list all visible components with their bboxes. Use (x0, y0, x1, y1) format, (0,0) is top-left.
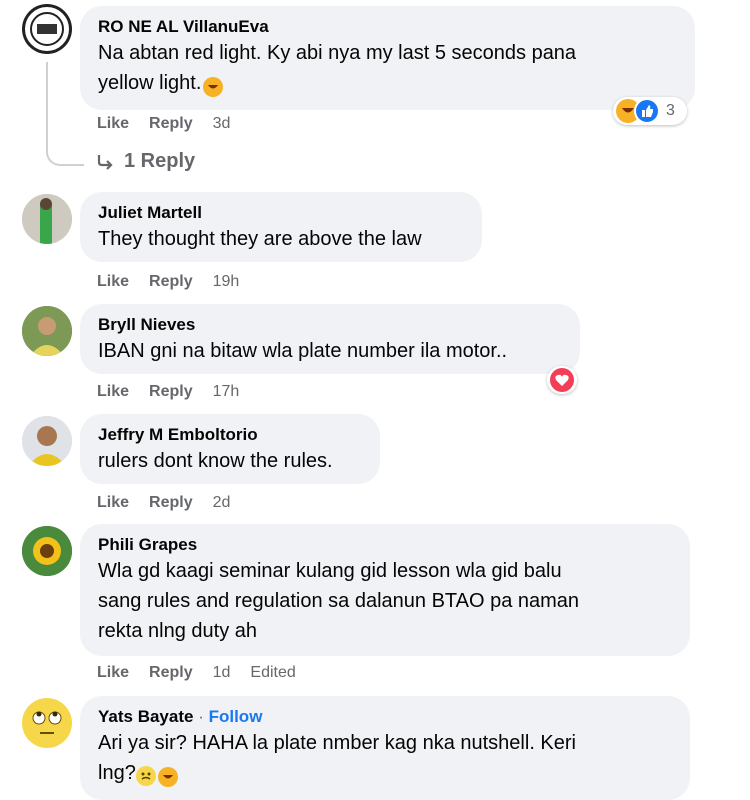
comment-author: Yats Bayate · Follow (98, 706, 670, 728)
comment-text: Ari ya sir? HAHA la plate nmber kag nka … (98, 728, 670, 788)
comment-author[interactable]: Phili Grapes (98, 534, 670, 556)
comment-author-name[interactable]: Yats Bayate (98, 707, 193, 726)
comment-text: rulers dont know the rules. (98, 450, 333, 472)
avatar[interactable] (22, 194, 72, 244)
comment-actions: Like Reply 3d (97, 115, 230, 133)
comment-bubble: Jeffry M Emboltorio rulers dont know the… (80, 414, 380, 484)
avatar[interactable] (22, 526, 72, 576)
avatar-photo-icon (22, 194, 72, 244)
comment-bubble: Phili Grapes Wla gd kaagi seminar kulang… (80, 524, 690, 656)
avatar-photo-icon (22, 306, 72, 356)
sunflower-avatar-icon (22, 526, 72, 576)
avatar[interactable] (22, 306, 72, 356)
like-button[interactable]: Like (97, 383, 129, 401)
comment-author[interactable]: Bryll Nieves (98, 314, 560, 336)
like-button[interactable]: Like (97, 115, 129, 133)
seal-logo-icon (23, 5, 71, 53)
reply-button[interactable]: Reply (149, 383, 193, 401)
comment-actions: Like Reply 1d Edited (97, 664, 296, 682)
comment-actions: Like Reply 19h (97, 273, 239, 291)
avatar[interactable] (22, 698, 72, 748)
crying-emoji-icon (135, 766, 156, 786)
comment-bubble: Bryll Nieves IBAN gni na bitaw wla plate… (80, 304, 580, 374)
comment-bubble: RO NE AL VillanuEva Na abtan red light. … (80, 6, 695, 110)
comment-time[interactable]: 2d (213, 494, 231, 512)
reaction-count: 3 (666, 102, 675, 119)
like-button[interactable]: Like (97, 273, 129, 291)
comment-text: IBAN gni na bitaw wla plate number ila m… (98, 340, 508, 362)
reply-button[interactable]: Reply (149, 664, 193, 682)
reply-button[interactable]: Reply (149, 494, 193, 512)
avatar[interactable] (22, 4, 72, 54)
comment-actions: Like Reply 17h (97, 383, 239, 401)
thread-line (46, 62, 48, 152)
comment-text: Wla gd kaagi seminar kulang gid lesson w… (98, 560, 580, 642)
avatar-photo-icon (22, 416, 72, 466)
love-reaction-icon (550, 368, 574, 392)
comment-time[interactable]: 3d (213, 115, 231, 133)
name-separator: · (198, 707, 204, 726)
comment-text: Na abtan red light. Ky abi nya my last 5… (98, 38, 675, 98)
like-reaction-icon (634, 98, 660, 124)
comment-bubble: Yats Bayate · Follow Ari ya sir? HAHA la… (80, 696, 690, 800)
follow-button[interactable]: Follow (209, 707, 263, 726)
reply-button[interactable]: Reply (149, 273, 193, 291)
view-replies-link[interactable]: 1 Reply (96, 150, 195, 173)
comment-author[interactable]: RO NE AL VillanuEva (98, 16, 675, 38)
reply-button[interactable]: Reply (149, 115, 193, 133)
comment-bubble: Juliet Martell They thought they are abo… (80, 192, 482, 262)
comment-actions: Like Reply 2d (97, 494, 230, 512)
comment-author[interactable]: Juliet Martell (98, 202, 462, 224)
rofl-emoji-icon (157, 767, 178, 787)
comment-time[interactable]: 1d (213, 664, 231, 682)
like-button[interactable]: Like (97, 664, 129, 682)
edited-label[interactable]: Edited (250, 664, 295, 682)
comment-time[interactable]: 19h (213, 273, 240, 291)
reaction-summary[interactable] (547, 366, 577, 394)
comment-text: They thought they are above the law (98, 228, 422, 250)
thread-line (46, 150, 84, 166)
laughing-tears-emoji-icon (203, 77, 224, 97)
comment-author[interactable]: Jeffry M Emboltorio (98, 424, 360, 446)
like-button[interactable]: Like (97, 494, 129, 512)
rolling-eyes-emoji-icon (23, 699, 71, 747)
comment-time[interactable]: 17h (213, 383, 240, 401)
reply-arrow-icon (97, 154, 113, 170)
avatar[interactable] (22, 416, 72, 466)
reaction-summary[interactable]: 3 (613, 97, 687, 125)
